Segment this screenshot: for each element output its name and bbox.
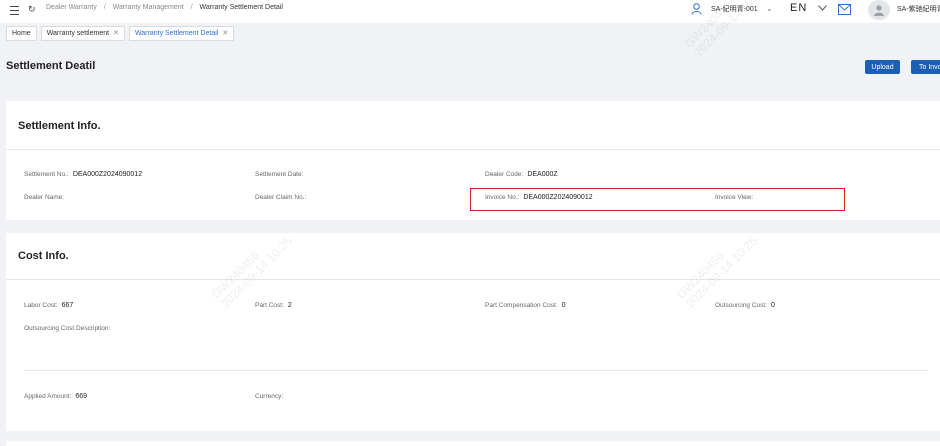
divider bbox=[24, 370, 928, 371]
field-label: Part Compensation Cost: bbox=[485, 302, 558, 309]
dealer-code-field: Dealer Code: DEA000Z bbox=[485, 171, 558, 178]
field-value: DEA000Z bbox=[527, 171, 558, 178]
field-label: Dealer Claim No.: bbox=[255, 194, 307, 201]
currency-field: Currency: bbox=[255, 393, 287, 400]
labor-cost-field: Labor Cost: 667 bbox=[24, 302, 73, 309]
tab-warranty-settlement-detail[interactable]: Warranty Settlement Detail ✕ bbox=[128, 25, 235, 41]
breadcrumb-separator: / bbox=[190, 4, 193, 11]
account-selector[interactable]: SA-紀明青-001 bbox=[711, 4, 758, 14]
breadcrumb-separator: / bbox=[103, 4, 106, 11]
dealer-claim-no-field: Dealer Claim No.: bbox=[255, 194, 310, 201]
breadcrumb-dealer-warranty[interactable]: Dealer Warranty bbox=[46, 4, 97, 11]
field-label: Dealer Code: bbox=[485, 171, 524, 178]
outsourcing-cost-field: Outsourcing Cost: 0 bbox=[715, 302, 775, 309]
tab-label: Warranty settlement bbox=[46, 29, 110, 37]
close-icon[interactable]: ✕ bbox=[113, 29, 119, 37]
field-value: 0 bbox=[771, 302, 775, 309]
avatar[interactable] bbox=[868, 0, 890, 20]
tab-label: Warranty Settlement Detail bbox=[134, 29, 219, 37]
language-selector[interactable]: EN bbox=[790, 2, 807, 14]
tab-home[interactable]: Home bbox=[6, 25, 37, 41]
breadcrumb: Dealer Warranty / Warranty Management / … bbox=[46, 4, 283, 11]
field-value: DEA000Z2024090012 bbox=[72, 171, 143, 178]
field-value: 667 bbox=[61, 302, 74, 309]
field-value: 669 bbox=[75, 393, 88, 400]
field-label: Settlement No.: bbox=[24, 171, 69, 178]
settlement-no-field: Settlement No.: DEA000Z2024090012 bbox=[24, 171, 142, 178]
part-compensation-cost-field: Part Compensation Cost: 0 bbox=[485, 302, 566, 309]
menu-toggle-icon[interactable] bbox=[10, 6, 19, 15]
outsourcing-cost-description-field: Outsourcing Cost Description: bbox=[24, 325, 110, 332]
dealer-name-field: Dealer Name: bbox=[24, 194, 68, 201]
upload-button[interactable]: Upload bbox=[865, 60, 900, 74]
close-icon[interactable]: ✕ bbox=[222, 29, 228, 37]
mail-icon[interactable] bbox=[838, 4, 851, 17]
part-cost-field: Part Cost: 2 bbox=[255, 302, 292, 309]
tab-bar: Home Warranty settlement ✕ Warranty Sett… bbox=[0, 23, 940, 43]
chevron-down-icon[interactable] bbox=[818, 3, 827, 13]
field-label: Applied Amount: bbox=[24, 393, 72, 400]
field-label: Outsourcing Cost Description: bbox=[24, 325, 111, 332]
breadcrumb-current: Warranty Settlement Detail bbox=[199, 4, 283, 11]
username[interactable]: SA-紫驰紀明青 bbox=[897, 4, 940, 14]
tab-label: Home bbox=[12, 29, 31, 37]
divider bbox=[6, 149, 940, 150]
divider bbox=[6, 279, 940, 280]
next-section-card bbox=[6, 441, 940, 446]
tab-warranty-settlement[interactable]: Warranty settlement ✕ bbox=[40, 25, 125, 41]
field-value: 0 bbox=[561, 302, 566, 309]
cost-info-card: Cost Info. bbox=[6, 233, 940, 431]
field-label: Labor Cost: bbox=[24, 302, 58, 309]
applied-amount-field: Applied Amount: 669 bbox=[24, 393, 87, 400]
refresh-icon[interactable]: ↻ bbox=[28, 4, 36, 15]
breadcrumb-warranty-management[interactable]: Warranty Management bbox=[113, 4, 184, 11]
field-value: 2 bbox=[287, 302, 292, 309]
to-invoice-button[interactable]: To Invoice bbox=[911, 60, 940, 74]
field-label: Dealer Name: bbox=[24, 194, 65, 201]
settlement-date-field: Settlement Date: bbox=[255, 171, 307, 178]
field-label: Currency: bbox=[255, 393, 284, 400]
top-navbar: ↻ Dealer Warranty / Warranty Management … bbox=[0, 0, 940, 23]
section-title: Settlement Info. bbox=[18, 120, 101, 132]
field-label: Outsourcing Cost: bbox=[715, 302, 768, 309]
field-label: Settlement Date: bbox=[255, 171, 304, 178]
highlight-box bbox=[470, 188, 845, 211]
chevron-down-icon[interactable]: ⌄ bbox=[766, 4, 773, 13]
user-icon bbox=[691, 3, 702, 17]
section-title: Cost Info. bbox=[18, 250, 69, 262]
field-label: Part Cost: bbox=[255, 302, 284, 309]
page-title: Settlement Deatil bbox=[6, 60, 96, 72]
